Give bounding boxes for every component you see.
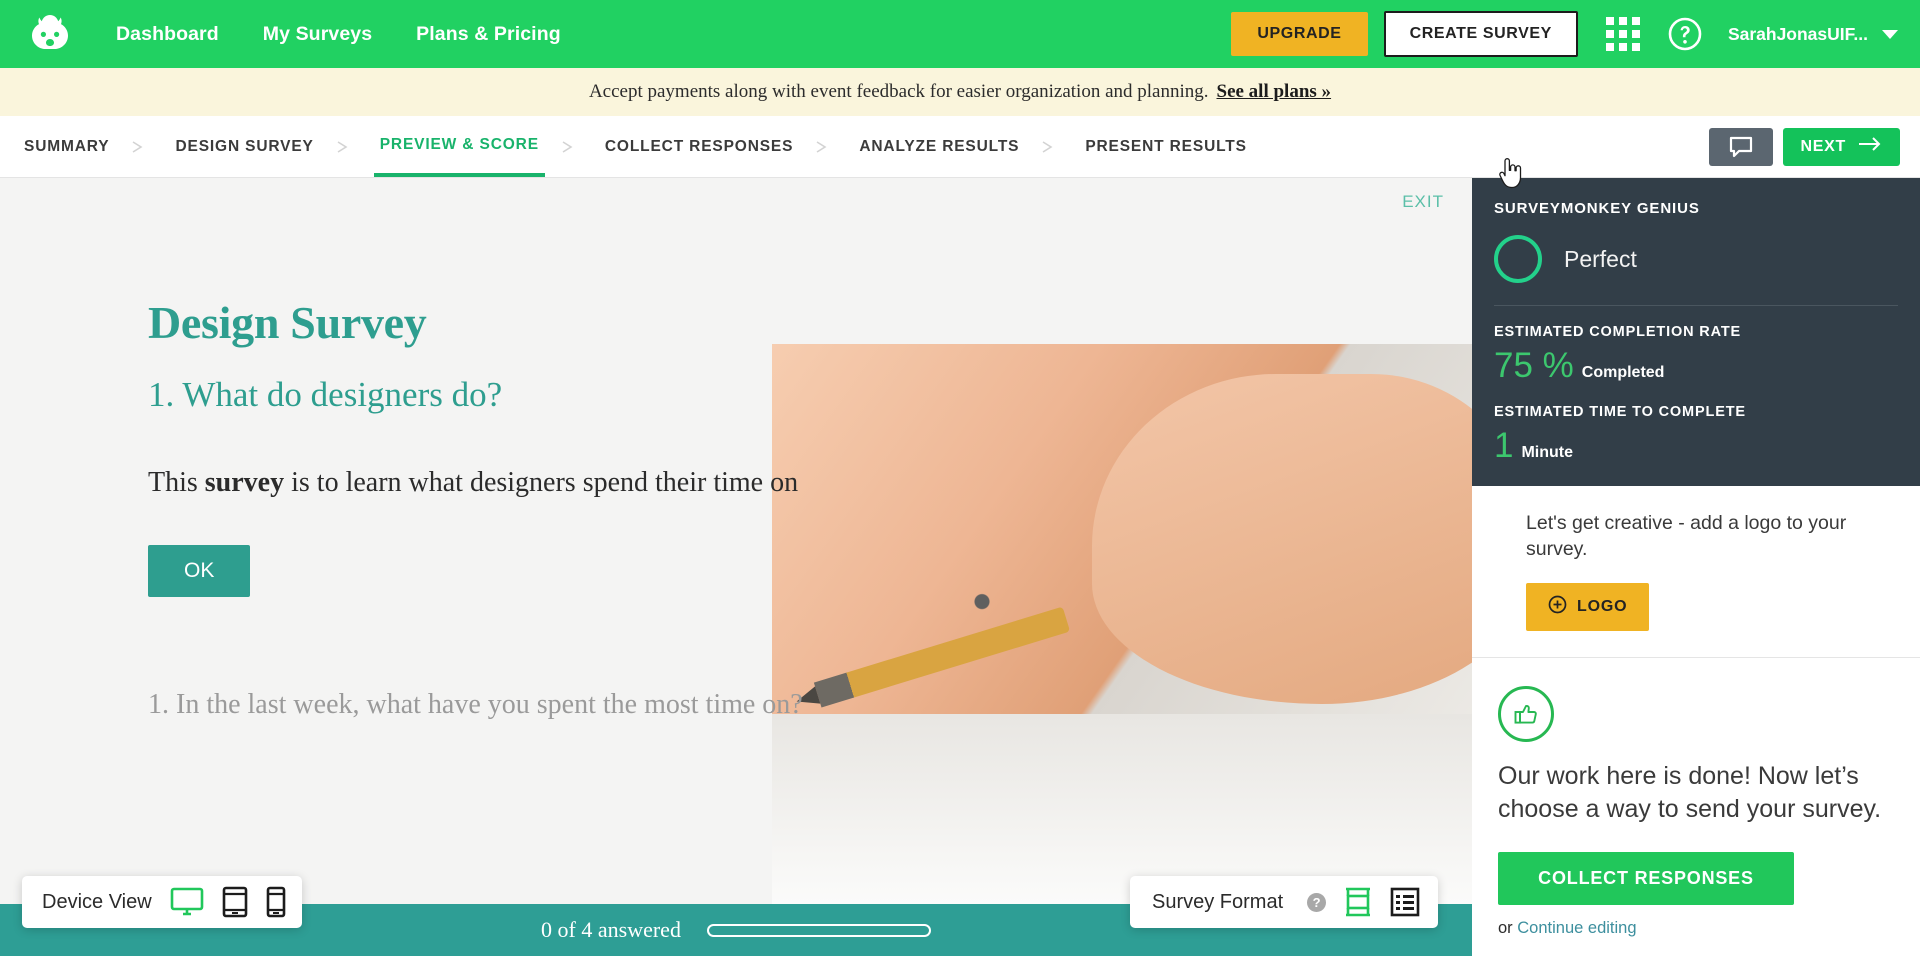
score-ring-icon [1494, 235, 1542, 283]
help-question-icon[interactable] [1668, 17, 1702, 51]
done-card: Our work here is done! Now let’s choose … [1472, 658, 1920, 948]
genius-score-label: Perfect [1564, 245, 1637, 272]
stat-completion-rate: ESTIMATED COMPLETION RATE 75 % Completed [1494, 324, 1898, 386]
one-question-at-a-time-icon[interactable] [1342, 887, 1374, 917]
next-button-label: NEXT [1800, 137, 1846, 155]
survey-format-widget: Survey Format ? [1130, 876, 1439, 928]
tab-separator-icon [336, 140, 358, 153]
tab-present-results[interactable]: PRESENT RESULTS [1079, 116, 1252, 177]
tab-analyze-results[interactable]: ANALYZE RESULTS [853, 116, 1025, 177]
survey-question-heading: 1. What do designers do? [148, 375, 503, 414]
progress-track [706, 923, 931, 937]
body-bold-word: survey [204, 467, 285, 498]
stat-value: 75 % [1494, 346, 1574, 385]
add-logo-button-label: LOGO [1577, 597, 1628, 615]
or-label: or [1498, 918, 1513, 937]
add-logo-button[interactable]: LOGO [1526, 582, 1650, 631]
survey-title: Design Survey [148, 297, 427, 348]
ok-button[interactable]: OK [148, 545, 251, 597]
survey-workflow-tabbar: SUMMARY DESIGN SURVEY PREVIEW & SCORE CO… [0, 116, 1920, 178]
chevron-down-icon[interactable] [1882, 29, 1898, 39]
help-question-icon[interactable]: ? [1307, 892, 1327, 912]
all-questions-list-icon[interactable] [1390, 887, 1420, 917]
thumbs-up-icon [1498, 685, 1554, 742]
next-button[interactable]: NEXT [1782, 127, 1900, 166]
survey-body-text: This survey is to learn what designers s… [148, 467, 1472, 499]
done-card-text: Our work here is done! Now let’s choose … [1498, 761, 1882, 823]
genius-score-row: Perfect [1494, 235, 1898, 283]
tab-design-survey[interactable]: DESIGN SURVEY [169, 116, 319, 177]
arrow-right-icon [1858, 137, 1882, 156]
stat-time-to-complete: ESTIMATED TIME TO COMPLETE 1 Minute [1494, 404, 1898, 466]
upgrade-button[interactable]: UPGRADE [1231, 12, 1368, 56]
collect-responses-button[interactable]: COLLECT RESPONSES [1498, 851, 1794, 905]
stat-unit: Minute [1521, 444, 1574, 461]
promo-banner: Accept payments along with event feedbac… [0, 68, 1920, 116]
tab-separator-icon [815, 140, 837, 153]
body-suffix: is to learn what designers spend their t… [284, 467, 799, 498]
tab-separator-icon [561, 140, 583, 153]
app-root: Dashboard My Surveys Plans & Pricing UPG… [0, 0, 1920, 970]
tab-separator-icon [1041, 140, 1063, 153]
survey-format-label: Survey Format [1152, 890, 1284, 913]
create-survey-button[interactable]: CREATE SURVEY [1383, 11, 1578, 57]
device-view-widget: Device View [22, 876, 302, 928]
continue-editing-link[interactable]: Continue editing [1517, 919, 1636, 937]
mobile-phone-icon[interactable] [266, 886, 286, 918]
promo-banner-text: Accept payments along with event feedbac… [588, 81, 1209, 102]
stat-unit: Completed [1581, 364, 1665, 381]
nav-link-dashboard[interactable]: Dashboard [116, 23, 219, 46]
nav-link-plans-pricing[interactable]: Plans & Pricing [416, 23, 561, 46]
plus-circle-icon [1548, 595, 1567, 619]
tab-separator-icon [131, 140, 153, 153]
tab-summary[interactable]: SUMMARY [18, 116, 115, 177]
tab-collect-responses[interactable]: COLLECT RESPONSES [599, 116, 799, 177]
genius-sidebar: SURVEYMONKEY GENIUS Perfect ESTIMATED CO… [1472, 178, 1920, 956]
desktop-monitor-icon[interactable] [170, 887, 204, 917]
nav-link-my-surveys[interactable]: My Surveys [263, 23, 372, 46]
stat-label: ESTIMATED TIME TO COMPLETE [1494, 404, 1746, 420]
tab-preview-and-score[interactable]: PREVIEW & SCORE [373, 116, 545, 177]
tabbar-actions: NEXT [1708, 127, 1920, 166]
logo-tip-card: Let's get creative - add a logo to your … [1472, 486, 1920, 658]
next-question-preview: 1. In the last week, what have you spent… [148, 689, 803, 720]
see-all-plans-link[interactable]: See all plans » [1217, 81, 1332, 103]
surveymonkey-logo[interactable] [22, 10, 78, 58]
stat-value-row: 75 % Completed [1494, 346, 1898, 386]
continue-editing-row: or Continue editing [1498, 919, 1892, 938]
top-nav-actions: UPGRADE CREATE SURVEY SarahJonasUIF... [1231, 11, 1898, 57]
stat-label: ESTIMATED COMPLETION RATE [1494, 324, 1742, 340]
survey-preview-pane: EXIT Design Survey 1. What do designers … [0, 178, 1472, 956]
stat-value: 1 [1494, 426, 1514, 465]
comment-bubble-icon[interactable] [1708, 127, 1773, 166]
genius-panel-title: SURVEYMONKEY GENIUS [1494, 200, 1700, 217]
grid-apps-icon[interactable] [1605, 17, 1640, 51]
tablet-icon[interactable] [222, 886, 248, 918]
progress-text: 0 of 4 answered [541, 917, 681, 942]
primary-nav-links: Dashboard My Surveys Plans & Pricing [116, 23, 561, 46]
top-navigation-bar: Dashboard My Surveys Plans & Pricing UPG… [0, 0, 1920, 68]
genius-panel: SURVEYMONKEY GENIUS Perfect ESTIMATED CO… [1472, 178, 1920, 486]
exit-preview-link[interactable]: EXIT [1402, 192, 1444, 212]
divider [1494, 305, 1898, 306]
device-view-label: Device View [42, 890, 152, 913]
workflow-tabs: SUMMARY DESIGN SURVEY PREVIEW & SCORE CO… [18, 116, 1253, 177]
survey-content: Design Survey 1. What do designers do? T… [0, 178, 1472, 721]
stat-value-row: 1 Minute [1494, 426, 1898, 466]
user-account-name[interactable]: SarahJonasUIF... [1728, 24, 1868, 45]
body-prefix: This [148, 467, 205, 498]
logo-tip-text: Let's get creative - add a logo to your … [1526, 512, 1847, 561]
main-area: EXIT Design Survey 1. What do designers … [0, 178, 1920, 956]
